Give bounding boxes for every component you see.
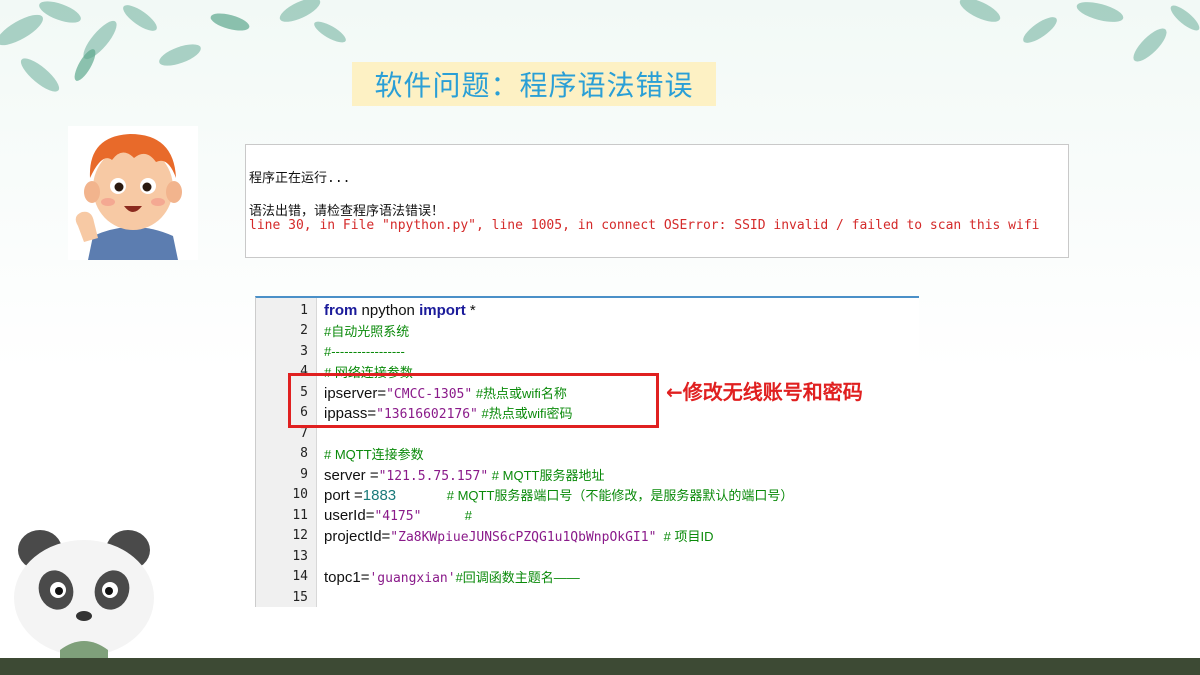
code-text: topc1='guangxian'#回调函数主题名——	[324, 567, 580, 586]
code-line[interactable]: 10 port =1883 # MQTT服务器端口号（不能修改，是服务器默认的端口…	[256, 485, 919, 505]
code-text: #自动光照系统	[324, 321, 409, 340]
code-line[interactable]: 11 userId="4175" #	[256, 505, 919, 525]
code-token: #回调函数主题名——	[455, 570, 580, 585]
code-token: projectId=	[324, 528, 391, 545]
code-line[interactable]: 3 #-----------------	[256, 341, 919, 361]
footer-bar	[0, 658, 1200, 675]
code-token: # 项目ID	[656, 529, 714, 544]
code-token: "4175"	[374, 508, 422, 524]
code-token: # MQTT服务器端口号（不能修改，是服务器默认的端口号）	[396, 488, 794, 503]
code-line[interactable]: 13	[256, 546, 919, 566]
line-number: 14	[292, 569, 308, 584]
code-text: userId="4175" #	[324, 507, 472, 524]
cartoon-boy-illustration	[68, 126, 198, 260]
leaf-decoration-left	[0, 0, 346, 92]
code-text: from npython import *	[324, 302, 476, 319]
console-error-detail: line 30, in File "npython.py", line 1005…	[249, 218, 1040, 233]
code-token: "Za8KWpiueJUNS6cPZQG1u1QbWnpOkGI1"	[390, 530, 657, 545]
console-output-panel: 程序正在运行... 语法出错，请检查程序语法错误！ line 30, in Fi…	[245, 144, 1069, 258]
code-text: port =1883 # MQTT服务器端口号（不能修改，是服务器默认的端口号）	[324, 485, 793, 504]
code-line[interactable]: 8 # MQTT连接参数	[256, 444, 919, 464]
code-token: *	[465, 301, 476, 319]
code-text: server ="121.5.75.157" # MQTT服务器地址	[324, 465, 604, 484]
line-number: 10	[292, 487, 308, 502]
code-token: # MQTT服务器地址	[488, 467, 605, 483]
line-number: 12	[292, 528, 308, 543]
line-number: 3	[300, 343, 308, 359]
code-line[interactable]: 9 server ="121.5.75.157" # MQTT服务器地址	[256, 464, 919, 484]
highlight-box	[288, 373, 659, 428]
title-banner: 软件问题：程序语法错误	[352, 62, 716, 106]
code-token: #自动光照系统	[324, 324, 410, 339]
code-editor[interactable]: 1 from npython import * 2 #自动光照系统 3 #--------…	[255, 296, 919, 607]
code-token: "121.5.75.157"	[378, 468, 489, 484]
panda-illustration	[14, 530, 154, 660]
console-error-text: 语法出错，请检查程序语法错误！	[249, 204, 445, 219]
line-number: 13	[292, 548, 308, 564]
code-line[interactable]: 15	[256, 587, 919, 607]
code-token: import	[419, 301, 466, 319]
line-number: 1	[300, 302, 308, 318]
code-token: #-----------------	[324, 343, 405, 359]
code-token: from	[324, 301, 358, 319]
code-text: projectId="Za8KWpiueJUNS6cPZQG1u1QbWnpOk…	[324, 526, 713, 545]
code-token: userId=	[324, 506, 375, 524]
line-number: 11	[292, 507, 308, 523]
line-number: 8	[300, 446, 308, 461]
code-token: topc1=	[324, 569, 370, 586]
code-line[interactable]: 2 #自动光照系统	[256, 321, 919, 341]
code-text: #-----------------	[324, 343, 405, 360]
code-token: 1883	[362, 487, 397, 504]
callout-annotation: ←修改无线账号和密码	[666, 380, 863, 404]
line-number: 15	[292, 589, 308, 605]
code-token: npython	[357, 301, 420, 319]
code-token: port =	[324, 487, 363, 504]
code-token: 'guangxian'	[369, 571, 456, 586]
console-running-text: 程序正在运行...	[249, 171, 351, 186]
line-number: 9	[300, 466, 308, 482]
page-title: 软件问题：程序语法错误	[374, 69, 694, 102]
code-token: #	[421, 507, 472, 523]
line-number: 2	[300, 323, 308, 338]
code-token: # MQTT连接参数	[324, 447, 424, 462]
code-line[interactable]: 1 from npython import *	[256, 300, 919, 320]
code-line[interactable]: 12 projectId="Za8KWpiueJUNS6cPZQG1u1QbWnp…	[256, 526, 919, 546]
leaf-decoration-right	[959, 0, 1200, 62]
code-token: server =	[324, 466, 379, 484]
code-text: # MQTT连接参数	[324, 444, 424, 463]
code-line[interactable]: 14 topc1='guangxian'#回调函数主题名——	[256, 567, 919, 587]
